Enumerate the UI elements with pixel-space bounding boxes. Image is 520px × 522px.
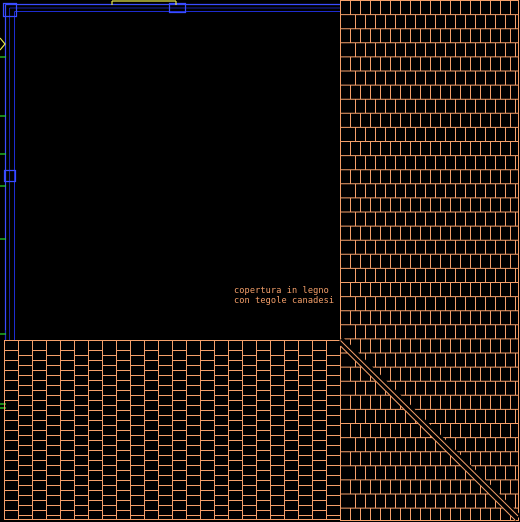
pillar-left-middle (3, 169, 17, 183)
roof-tile-pattern-right (340, 0, 519, 521)
roof-plan-drawing (0, 0, 520, 521)
left-tick-pair (0, 403, 6, 409)
roof-right-tiles (340, 0, 519, 520)
cad-drawing-canvas[interactable]: copertura in legno con tegole canadesi (0, 0, 520, 522)
left-arrow-marker (0, 37, 6, 51)
roof-right-border (340, 0, 519, 521)
roof-tile-pattern-bottom (4, 340, 341, 520)
roof-bottom-tiles (4, 340, 341, 520)
roof-annotation: copertura in legno con tegole canadesi (234, 286, 335, 306)
roof-annotation-line-2: con tegole canadesi (234, 295, 335, 306)
